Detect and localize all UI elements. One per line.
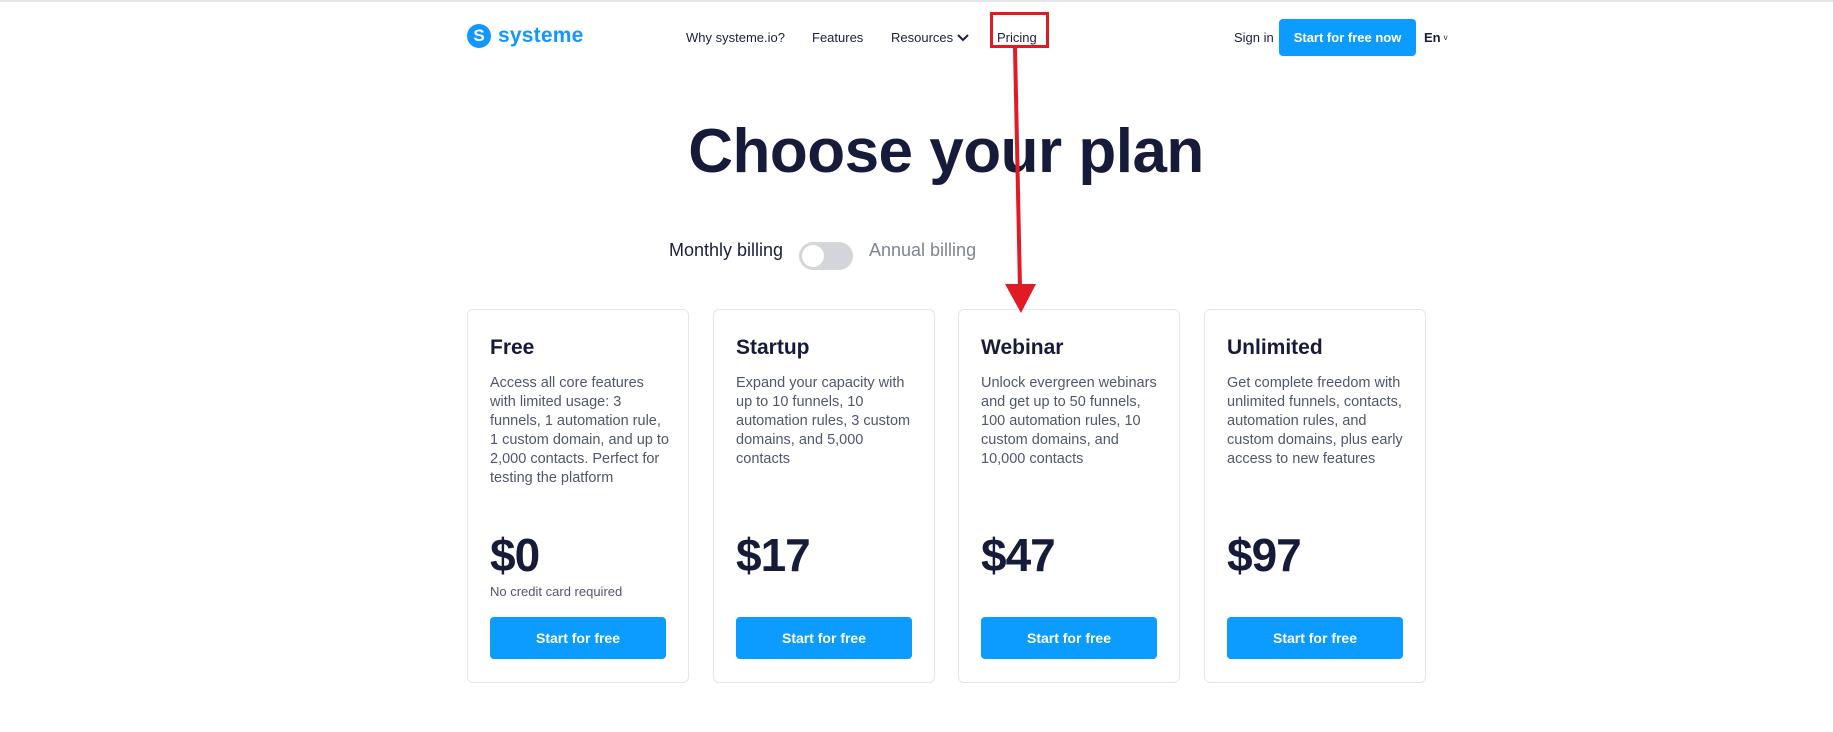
logo-text: systeme [498,24,584,47]
sign-in-link[interactable]: Sign in [1234,30,1274,45]
nav-resources-label: Resources [891,30,954,45]
pricing-highlight-box [990,12,1049,48]
language-selector[interactable]: En v [1424,30,1448,45]
nav-why-systeme[interactable]: Why systeme.io? [686,30,785,45]
start-for-free-now-button[interactable]: Start for free now [1279,19,1416,56]
plan-description: Access all core features with limited us… [490,375,669,486]
chevron-down-icon [957,33,969,41]
plan-description: Unlock evergreen webinars and get up to … [981,375,1157,467]
billing-toggle[interactable] [799,242,853,270]
plan-price: $17 [736,529,811,581]
plan-name: Free [490,336,535,359]
chevron-down-icon: v [1443,33,1448,42]
start-for-free-button[interactable]: Start for free [1227,617,1403,659]
toggle-knob [802,245,824,267]
page-title: Choose your plan [688,117,1204,186]
start-for-free-button[interactable]: Start for free [981,617,1157,659]
plan-card-unlimited: Unlimited Get complete freedom with unli… [1204,309,1426,683]
nav-features[interactable]: Features [812,30,863,45]
language-label: En [1424,30,1441,45]
plan-price: $0 [490,529,540,581]
start-for-free-button[interactable]: Start for free [736,617,912,659]
start-for-free-button[interactable]: Start for free [490,617,666,659]
plan-description: Expand your capacity with up to 10 funne… [736,375,911,467]
plan-price: $97 [1227,529,1302,581]
plan-name: Startup [736,336,810,359]
plan-card-startup: Startup Expand your capacity with up to … [713,309,935,683]
plan-card-free: Free Access all core features with limit… [467,309,689,683]
plan-note: No credit card required [490,584,623,599]
annual-billing-label: Annual billing [869,240,977,260]
plan-price: $47 [981,529,1056,581]
site-header: S systeme Why systeme.io? Features Resou… [0,2,1833,72]
plan-description: Get complete freedom with unlimited funn… [1227,375,1403,467]
logo-icon: S [467,24,491,48]
monthly-billing-label: Monthly billing [669,240,784,260]
plan-name: Webinar [981,336,1064,359]
plan-card-webinar: Webinar Unlock evergreen webinars and ge… [958,309,1180,683]
nav-resources[interactable]: Resources [891,30,969,45]
plan-name: Unlimited [1227,336,1323,359]
logo[interactable]: S systeme [467,24,583,48]
